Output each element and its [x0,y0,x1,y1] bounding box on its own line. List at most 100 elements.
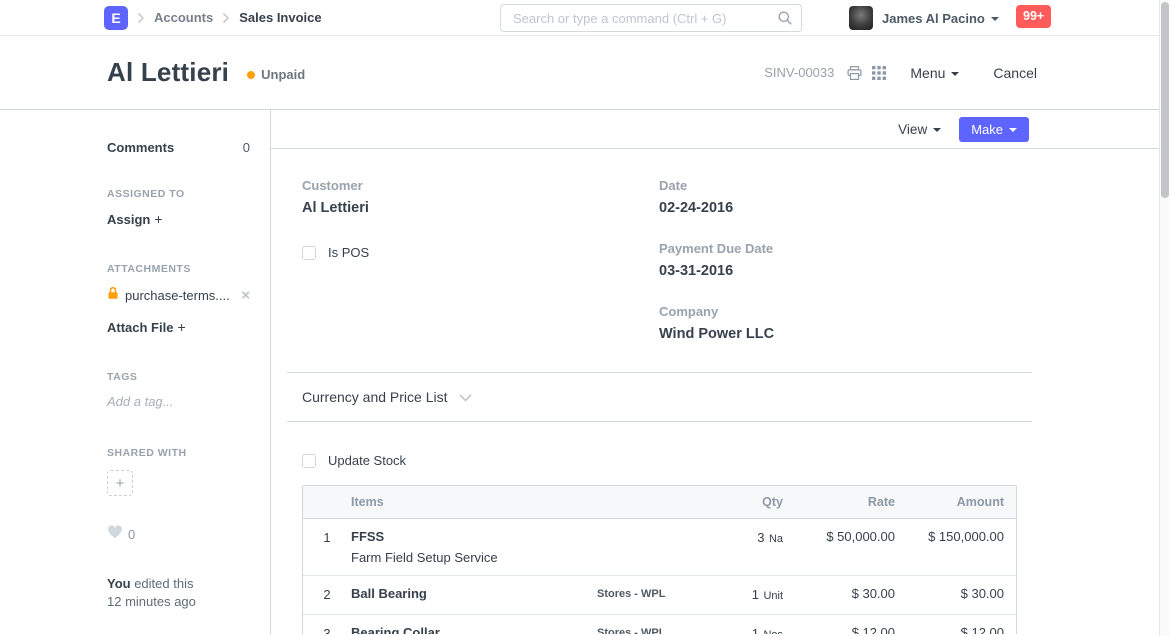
search-input[interactable] [500,4,802,32]
customer-label: Customer [302,178,659,193]
like-control[interactable]: 0 [107,525,250,544]
item-code: Ball Bearing [351,586,597,601]
make-button-label: Make [971,122,1003,137]
company-label: Company [659,304,1017,319]
status-dot-icon [247,71,255,79]
table-row[interactable]: 3 Bearing Collar Stores - WPL 1 Nos $ 12… [303,615,1016,634]
due-date-value: 03-31-2016 [659,263,1017,279]
currency-section-toggle[interactable]: Currency and Price List [287,372,1032,422]
add-tag-input[interactable]: Add a tag... [107,394,250,409]
notification-badge[interactable]: 99+ [1016,5,1051,28]
menu-button-label: Menu [910,65,945,81]
make-button[interactable]: Make [959,117,1029,142]
like-count: 0 [128,527,135,542]
col-qty: Qty [709,495,797,509]
due-date-label: Payment Due Date [659,241,1017,256]
tags-heading: TAGS [107,371,250,383]
grid-view-icon[interactable] [872,66,886,80]
scrollbar[interactable] [1159,0,1170,636]
is-pos-checkbox[interactable] [302,246,316,260]
heart-icon [107,525,123,544]
row-index: 1 [303,529,351,545]
row-index: 2 [303,586,351,602]
activity-when: 12 minutes ago [107,593,250,611]
customer-value: Al Lettieri [302,200,659,216]
item-qty: 3 [757,530,764,545]
breadcrumb-chevron-icon [222,12,230,24]
item-description: Farm Field Setup Service [351,550,597,565]
assign-button[interactable]: Assign + [107,211,250,227]
form-body: Customer Al Lettieri Is POS Date 02-24-2… [271,149,1048,634]
attachment-link[interactable]: purchase-terms.... [125,288,241,303]
plus-icon: + [154,211,162,227]
comments-link[interactable]: Comments 0 [107,140,250,155]
date-field[interactable]: Date 02-24-2016 [659,178,1017,216]
item-warehouse: Stores - WPL [597,586,709,600]
attachments-heading: ATTACHMENTS [107,263,250,275]
company-field[interactable]: Company Wind Power LLC [659,304,1017,342]
plus-icon: + [177,319,185,335]
company-value: Wind Power LLC [659,326,1017,342]
attach-file-button[interactable]: Attach File + [107,319,250,335]
chevron-down-icon [951,72,959,76]
cancel-button[interactable]: Cancel [993,65,1037,81]
customer-field[interactable]: Customer Al Lettieri [302,178,659,216]
activity-who: You [107,576,131,591]
plus-icon: + [116,475,125,492]
breadcrumb-item-sales-invoice[interactable]: Sales Invoice [239,10,321,25]
table-row[interactable]: 1 FFSS Farm Field Setup Service 3 Na $ 5… [303,519,1016,576]
assign-label: Assign [107,212,150,227]
item-uom: Na [769,533,783,545]
navbar: E Accounts Sales Invoice James Al Pacino… [0,0,1170,36]
item-code: Bearing Collar [351,625,597,634]
chevron-down-icon [991,17,999,21]
item-rate: $ 30.00 [797,586,909,601]
is-pos-label: Is POS [328,245,369,260]
update-stock-checkbox[interactable] [302,454,316,468]
user-menu[interactable]: James Al Pacino [849,6,999,30]
document-id: SINV-00033 [764,65,834,80]
view-button[interactable]: View [898,122,941,137]
form-main: View Make Customer Al Lettieri [270,110,1170,634]
date-label: Date [659,178,1017,193]
shared-with-heading: SHARED WITH [107,447,250,459]
app-logo[interactable]: E [104,6,128,30]
item-amount: $ 30.00 [909,586,1018,601]
date-value: 02-24-2016 [659,200,1017,216]
status-label: Unpaid [261,67,305,82]
scrollbar-thumb[interactable] [1161,2,1169,198]
lock-icon [107,286,119,305]
due-date-field[interactable]: Payment Due Date 03-31-2016 [659,241,1017,279]
breadcrumb: E Accounts Sales Invoice [104,6,322,30]
table-row[interactable]: 2 Ball Bearing Stores - WPL 1 Unit $ 30.… [303,576,1016,615]
currency-section-label: Currency and Price List [302,389,448,405]
search-icon[interactable] [777,10,793,31]
item-warehouse [597,529,709,531]
section-details: Customer Al Lettieri Is POS Date 02-24-2… [287,149,1032,372]
item-amount: $ 150,000.00 [909,529,1018,544]
update-stock-label: Update Stock [328,453,406,468]
form-toolbar: View Make [271,110,1170,149]
breadcrumb-item-accounts[interactable]: Accounts [154,10,213,25]
attach-file-label: Attach File [107,320,173,335]
print-icon[interactable] [846,65,863,81]
section-items: Update Stock Items Qty Rate Amount 1 [287,422,1032,634]
assigned-to-heading: ASSIGNED TO [107,188,250,200]
items-table-header: Items Qty Rate Amount [303,486,1016,519]
close-icon[interactable]: × [241,288,250,303]
item-code: FFSS [351,529,597,544]
is-pos-field: Is POS [302,245,659,260]
comments-count: 0 [243,140,250,155]
item-qty: 1 [752,626,759,634]
comments-label: Comments [107,140,174,155]
item-warehouse: Stores - WPL [597,625,709,634]
item-uom: Unit [763,590,783,602]
menu-button[interactable]: Menu [910,65,959,81]
global-search [500,4,802,32]
attachment-item: purchase-terms.... × [107,286,250,305]
item-rate: $ 12.00 [797,625,909,634]
add-share-button[interactable]: + [107,470,133,496]
activity-log: You edited this 12 minutes ago You creat… [107,575,250,634]
activity-item: You edited this 12 minutes ago [107,575,250,610]
chevron-down-icon [459,389,472,407]
